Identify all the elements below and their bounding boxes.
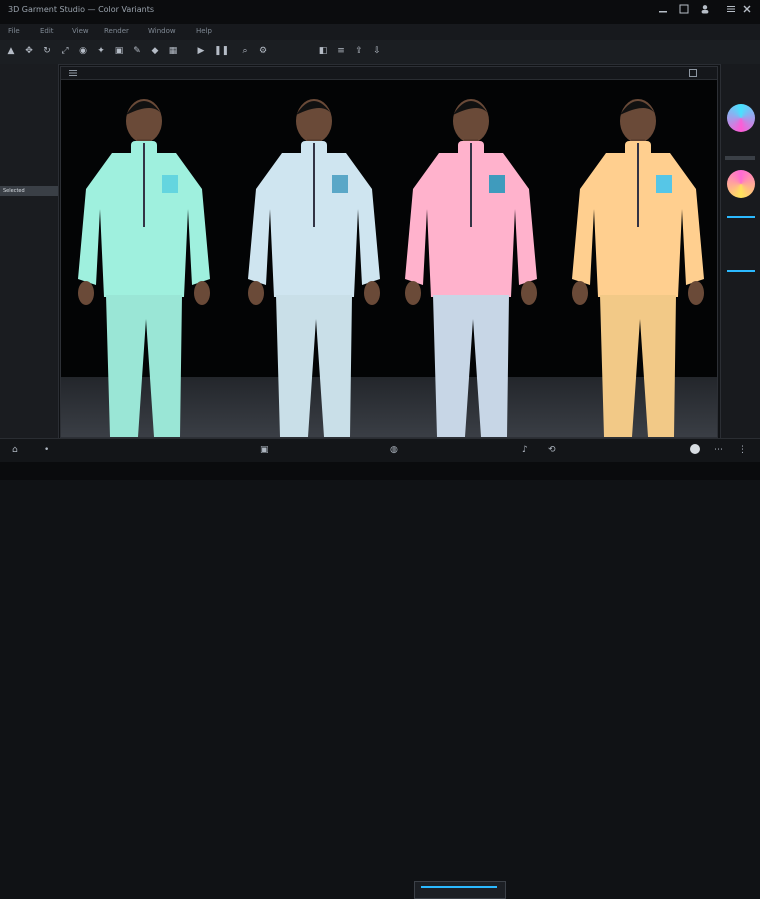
toolbar: ▲ ✥ ↻ ⤢ ◉ ✦ ▣ ✎ ◆ ▦ ▶ ❚❚ ⌕ ⚙ ◧ ≡ ⇪ ⇩ (0, 40, 760, 65)
share-icon[interactable]: ⇪ (354, 46, 364, 56)
panel-divider (725, 156, 755, 160)
menu-help[interactable]: Help (196, 27, 212, 35)
right-hand (364, 281, 380, 305)
pants (276, 295, 352, 437)
play-icon[interactable]: ▶ (196, 46, 206, 56)
move-tool-icon[interactable]: ✥ (24, 46, 34, 56)
outliner-row-selected[interactable]: Selected (0, 186, 58, 196)
figure-variant-ice (248, 99, 380, 437)
timeline-progress (421, 886, 497, 888)
chest-patch (489, 175, 505, 193)
accent-slider[interactable] (727, 270, 755, 272)
status-bar: ⌂ • ▣ ◍ ♪ ⟲ ⋯ ⋮ (0, 438, 760, 899)
outliner-panel: Selected (0, 64, 59, 438)
figures-layer (78, 99, 704, 437)
repeat-icon[interactable]: ⟲ (548, 445, 558, 455)
more-icon[interactable]: ⋮ (738, 445, 748, 455)
camera-switch-icon[interactable]: ▣ (260, 445, 270, 455)
outliner-row[interactable] (0, 224, 58, 234)
brush-icon[interactable]: ✎ (132, 46, 142, 56)
scale-tool-icon[interactable]: ⤢ (60, 46, 70, 56)
menu-view[interactable]: View (72, 27, 89, 35)
outliner-row[interactable] (0, 68, 58, 78)
viewport-menu-icon[interactable] (69, 69, 77, 77)
close-icon[interactable] (742, 4, 752, 14)
viewport[interactable] (60, 66, 718, 438)
figure-variant-peach (572, 99, 704, 437)
export-icon[interactable]: ⇩ (372, 46, 382, 56)
color-wheel-swatch[interactable] (727, 104, 755, 132)
outliner-row[interactable] (0, 152, 58, 162)
outliner-row[interactable] (0, 92, 58, 102)
outliner-row[interactable] (0, 266, 58, 276)
user-icon[interactable] (700, 4, 710, 14)
left-hand (405, 281, 421, 305)
settings-dots-icon[interactable]: ⋯ (714, 445, 724, 455)
menu-window[interactable]: Window (148, 27, 176, 35)
view-toggle-icon[interactable]: ◧ (318, 46, 328, 56)
timeline[interactable] (414, 881, 506, 899)
left-hand (572, 281, 588, 305)
grid-icon[interactable]: ▦ (168, 46, 178, 56)
dot-icon[interactable]: • (44, 445, 54, 455)
zoom-icon[interactable]: ⌕ (240, 46, 250, 56)
figure-variant-mint (78, 99, 210, 437)
right-hand (688, 281, 704, 305)
outliner-row[interactable] (0, 140, 58, 150)
rotate-tool-icon[interactable]: ↻ (42, 46, 52, 56)
left-hand (78, 281, 94, 305)
color-wheel-swatch[interactable] (727, 170, 755, 198)
menu-bar: File Edit View Render Window Help (0, 24, 760, 41)
outliner-row[interactable] (0, 210, 58, 220)
title-bar: 3D Garment Studio — Color Variants (0, 0, 760, 25)
outliner-row[interactable] (0, 128, 58, 138)
select-tool-icon[interactable]: ▲ (6, 46, 16, 56)
menu-icon[interactable] (726, 4, 736, 14)
figure-variant-pink (405, 99, 537, 437)
light-icon[interactable]: ✦ (96, 46, 106, 56)
fill-icon[interactable]: ◆ (150, 46, 160, 56)
pants (433, 295, 509, 437)
pause-icon[interactable]: ❚❚ (214, 46, 229, 56)
chest-patch (656, 175, 672, 193)
outliner-row[interactable] (0, 252, 58, 262)
pants (106, 295, 182, 437)
layers-icon[interactable]: ≡ (336, 46, 346, 56)
sphere-icon[interactable]: ◍ (390, 445, 400, 455)
properties-panel (720, 64, 760, 438)
accent-slider[interactable] (727, 216, 755, 218)
outliner-row[interactable] (0, 80, 58, 90)
cloth-icon[interactable]: ▣ (114, 46, 124, 56)
pants (600, 295, 676, 437)
maximize-viewport-icon[interactable] (689, 69, 697, 77)
settings-icon[interactable]: ⚙ (258, 46, 268, 56)
app-title: 3D Garment Studio — Color Variants (8, 5, 155, 14)
menu-file[interactable]: File (8, 27, 20, 35)
chest-patch (162, 175, 178, 193)
chest-patch (332, 175, 348, 193)
record-icon[interactable] (690, 444, 700, 454)
left-hand (248, 281, 264, 305)
speaker-icon[interactable]: ♪ (522, 445, 532, 455)
camera-icon[interactable]: ◉ (78, 46, 88, 56)
menu-render[interactable]: Render (104, 27, 129, 35)
outliner-row[interactable] (0, 104, 58, 114)
minimize-icon[interactable] (658, 4, 668, 14)
right-hand (521, 281, 537, 305)
outliner-row[interactable] (0, 164, 58, 174)
outliner-row[interactable] (0, 116, 58, 126)
bottom-strip (0, 462, 760, 480)
outliner-row[interactable] (0, 280, 58, 290)
restore-icon[interactable] (679, 4, 689, 14)
right-hand (194, 281, 210, 305)
outliner-row[interactable] (0, 238, 58, 248)
menu-edit[interactable]: Edit (40, 27, 54, 35)
home-icon[interactable]: ⌂ (12, 445, 22, 455)
